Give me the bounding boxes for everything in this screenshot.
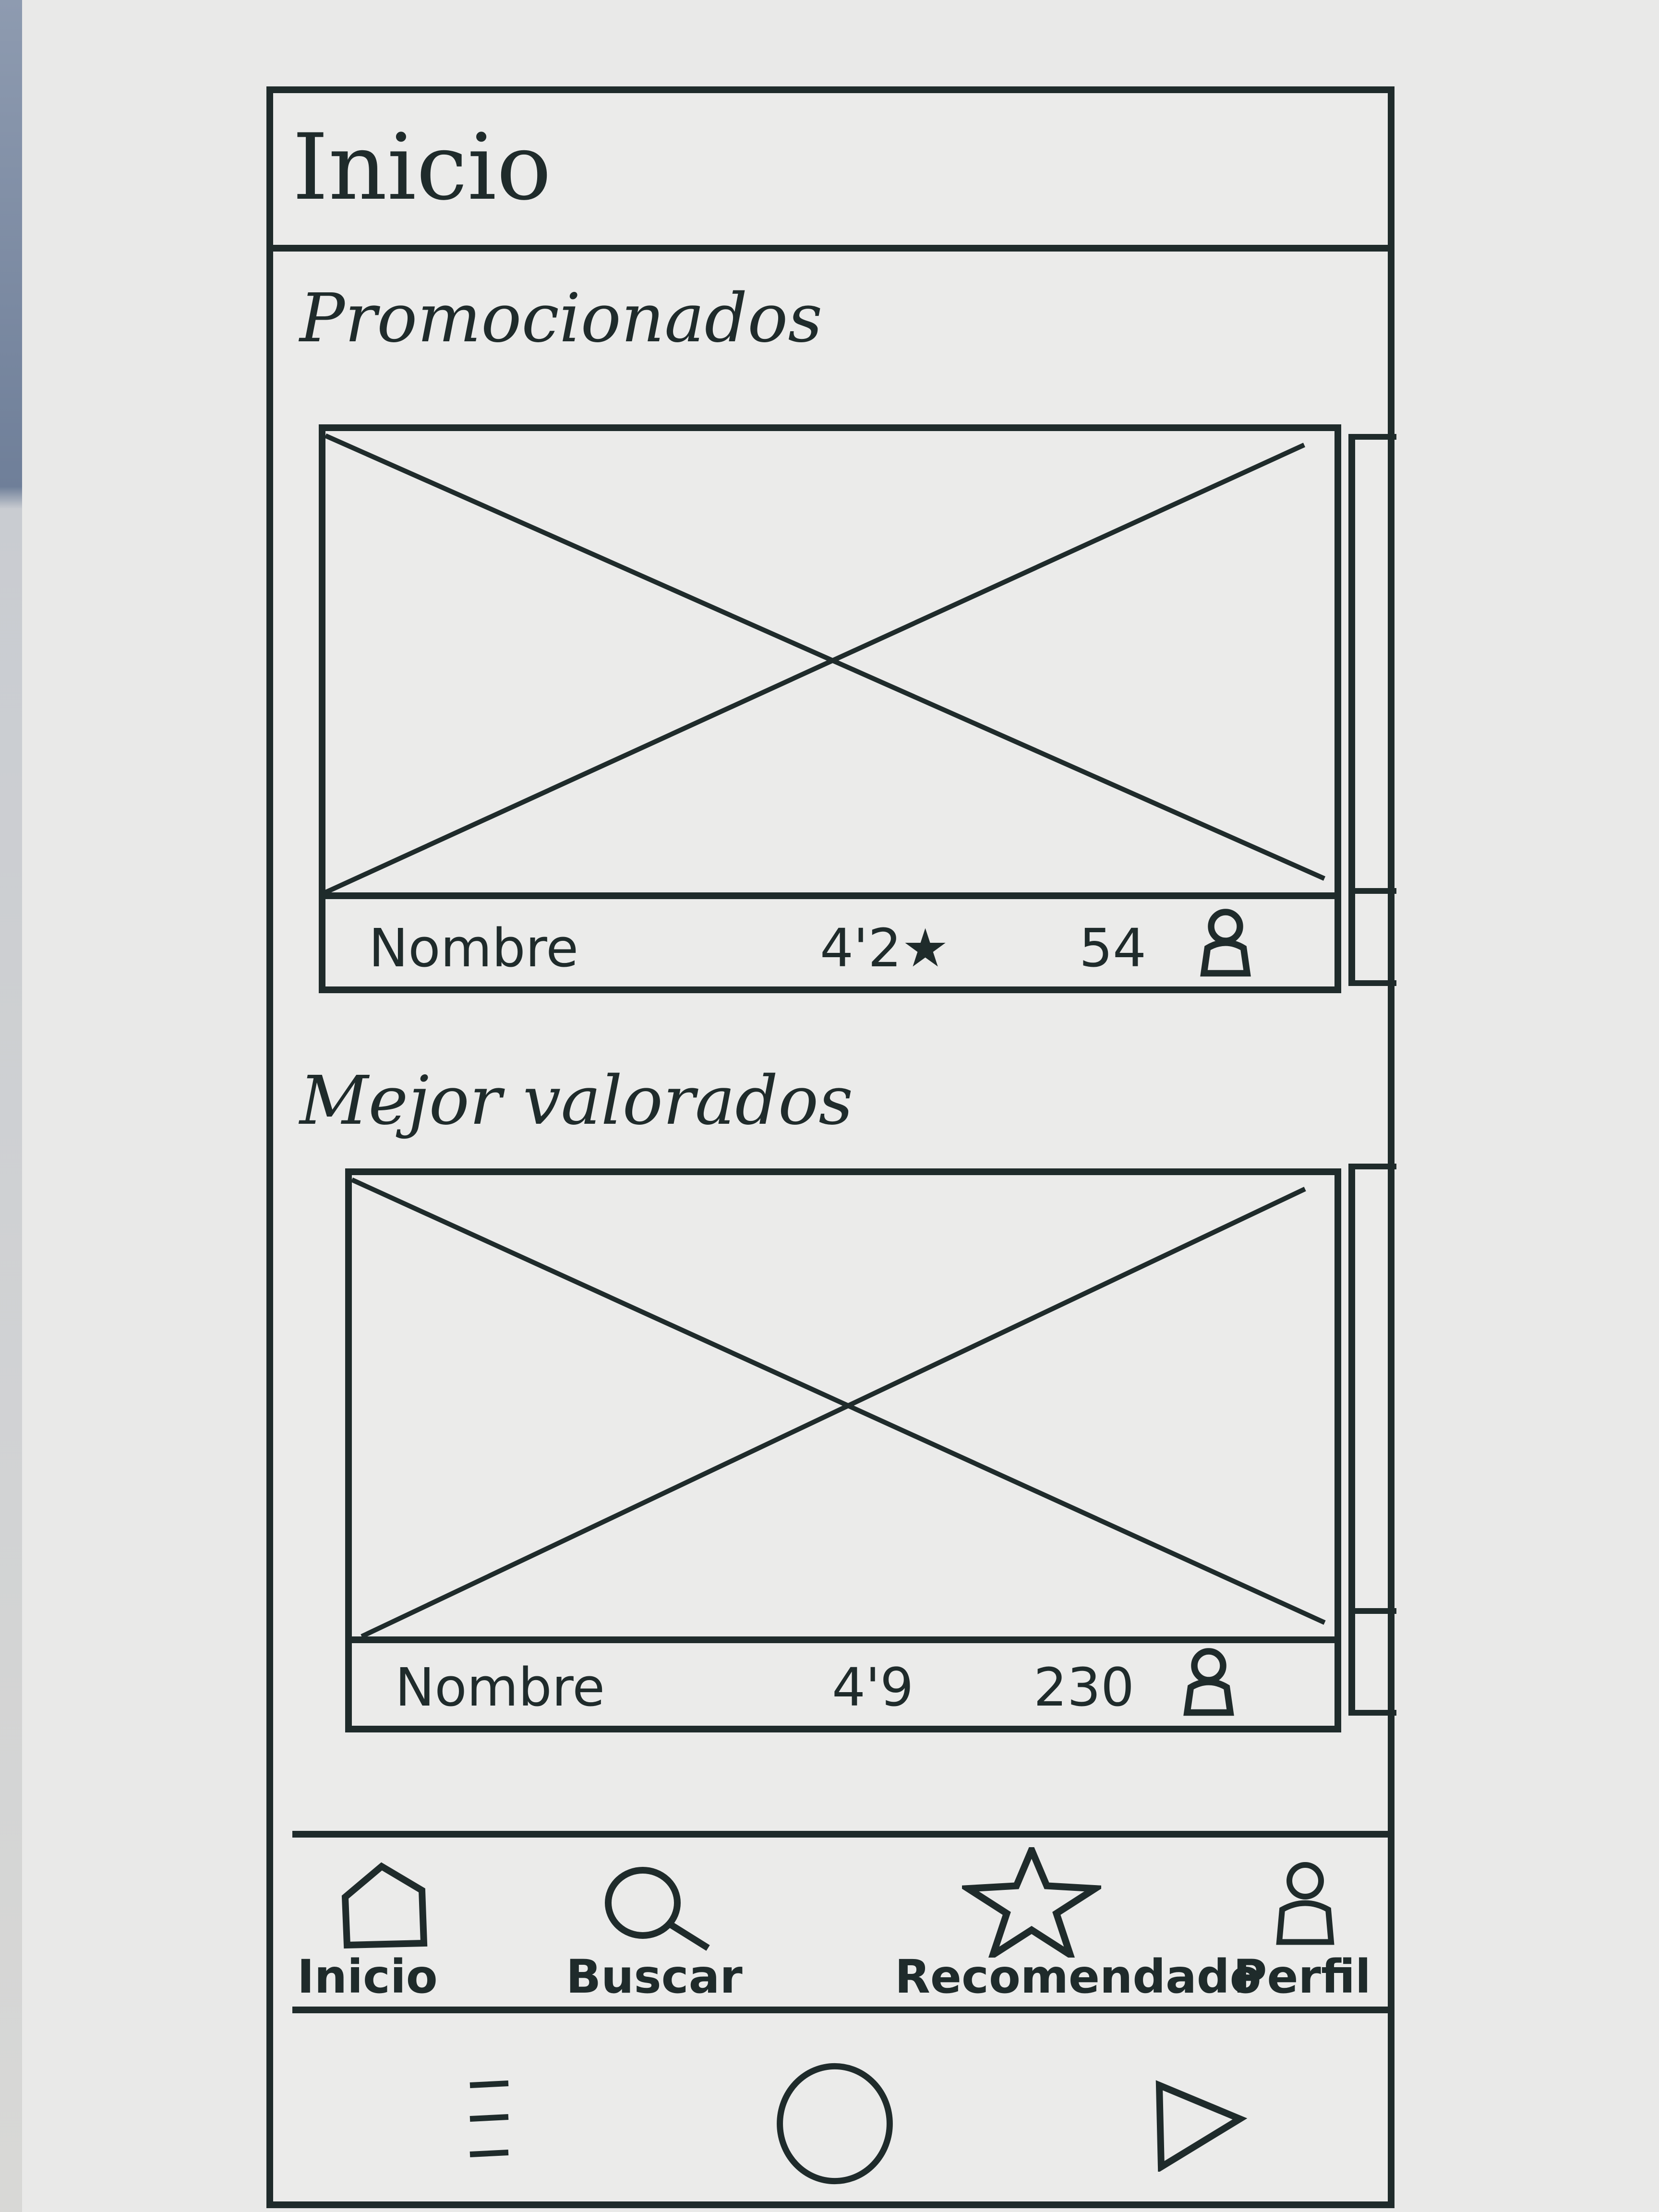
back-triangle-icon[interactable]	[1152, 2076, 1248, 2172]
user-icon	[1200, 909, 1251, 977]
image-placeholder	[352, 1175, 1334, 1643]
nav-item-inicio[interactable]: Inicio	[292, 1838, 494, 2007]
phone-frame: Inicio Promocionados Nombre 4'2★ 54 Mejo…	[266, 86, 1396, 2208]
nav-item-buscar[interactable]: Buscar	[561, 1838, 787, 2007]
card-footer: Nombre 4'2★ 54	[325, 892, 1334, 986]
card-name: Nombre	[369, 917, 579, 979]
nav-label: Buscar	[566, 1950, 743, 2004]
peek-footer	[1355, 888, 1396, 980]
nav-item-perfil[interactable]: Perfil	[1224, 1838, 1396, 2007]
nav-item-recomendado[interactable]: Recomendado	[895, 1838, 1262, 2007]
next-card-peek[interactable]	[1348, 434, 1396, 986]
user-icon	[1183, 1648, 1234, 1716]
search-icon	[605, 1867, 710, 1951]
card-rating: 4'9	[832, 1657, 914, 1718]
home-circle-icon[interactable]	[772, 2061, 897, 2186]
card-name: Nombre	[395, 1657, 605, 1718]
card-rating: 4'2★	[820, 922, 949, 974]
page-title: Inicio	[292, 114, 552, 220]
app-bar: Inicio	[273, 93, 1388, 252]
menu-icon[interactable]	[465, 2076, 513, 2162]
nav-label: Inicio	[297, 1950, 438, 2004]
nav-label: Perfil	[1233, 1950, 1371, 2004]
paper-background-edge	[0, 0, 22, 2212]
user-icon	[1276, 1862, 1334, 1945]
section-title-promoted: Promocionados	[300, 279, 823, 358]
image-placeholder	[325, 431, 1334, 899]
section-title-top-rated: Mejor valorados	[300, 1062, 854, 1140]
bottom-navigation: Inicio Buscar Recomendado Perfil	[292, 1831, 1388, 2013]
star-icon	[962, 1847, 1101, 1958]
home-icon	[341, 1862, 428, 1949]
nav-label: Recomendado	[895, 1950, 1262, 2004]
card-footer: Nombre 4'9 230	[352, 1636, 1334, 1726]
card-user-count: 54	[1079, 917, 1146, 979]
system-navigation-bar	[273, 2013, 1388, 2208]
rating-value: 4'2	[820, 917, 902, 979]
next-card-peek[interactable]	[1348, 1164, 1396, 1716]
promoted-card[interactable]: Nombre 4'2★ 54	[319, 424, 1341, 993]
card-user-count: 230	[1034, 1657, 1134, 1718]
top-rated-card[interactable]: Nombre 4'9 230	[345, 1168, 1341, 1732]
peek-footer	[1355, 1608, 1396, 1710]
star-icon: ★	[902, 917, 949, 979]
